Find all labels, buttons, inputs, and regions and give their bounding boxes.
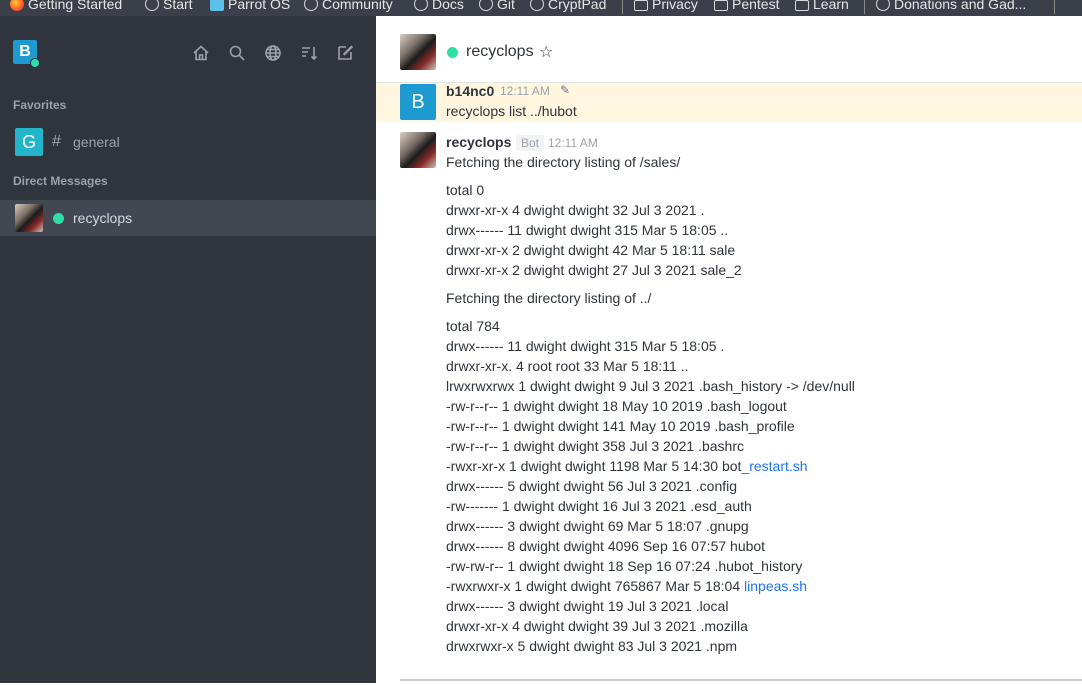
message-text: drwxr-xr-x 2 dwight dwight 42 Mar 5 18:1…: [446, 242, 736, 258]
room-header: recyclops ☆: [376, 16, 1082, 83]
bookmark-separator: [1054, 0, 1055, 14]
sidebar-item-recyclops[interactable]: recyclops: [0, 200, 376, 236]
message-username[interactable]: recyclops: [446, 134, 511, 150]
message-username[interactable]: b14nc0: [446, 83, 494, 99]
bookmark-cryptpad[interactable]: CryptPad: [530, 0, 606, 11]
room-name: recyclops: [73, 210, 133, 226]
bookmark-separator: [622, 0, 623, 14]
message-text: drwx------ 11 dwight dwight 315 Mar 5 18…: [446, 338, 725, 354]
message-text: total 784: [446, 318, 500, 334]
globe-icon: [876, 0, 890, 11]
folder-icon: [634, 0, 648, 11]
avatar[interactable]: [400, 132, 436, 168]
firefox-icon: [10, 0, 24, 11]
sidebar-item-general[interactable]: G # general: [0, 124, 376, 160]
message-text: -rwxrwxr-x 1 dwight dwight 765867 Mar 5 …: [446, 578, 808, 594]
online-status-icon: [447, 47, 458, 58]
link-restart-sh[interactable]: _restart.sh: [741, 458, 807, 474]
avatar: [15, 204, 43, 232]
bookmark-getting-started[interactable]: Getting Started: [10, 0, 122, 11]
bookmark-donations[interactable]: Donations and Gad...: [876, 0, 1026, 11]
bookmark-privacy[interactable]: Privacy: [634, 0, 698, 11]
directory-icon[interactable]: [264, 44, 282, 62]
message-text: drwx------ 8 dwight dwight 4096 Sep 16 0…: [446, 538, 766, 554]
favorites-section-title: Favorites: [13, 98, 67, 112]
pencil-icon: ✎: [560, 83, 571, 97]
chat-main: recyclops ☆ B b14nc0 12:11 AM ✎ recyclop…: [376, 16, 1082, 683]
search-icon[interactable]: [228, 44, 246, 62]
link-linpeas-sh[interactable]: linpeas.sh: [744, 578, 807, 594]
bookmark-start[interactable]: Start: [145, 0, 193, 11]
message-text: drwxr-xr-x. 4 root root 33 Mar 5 18:11 .…: [446, 358, 689, 374]
bookmark-learn[interactable]: Learn: [795, 0, 849, 11]
message-text: drwxrwxr-x 5 dwight dwight 83 Jul 3 2021…: [446, 638, 738, 654]
message-timestamp: 12:11 AM: [548, 136, 598, 150]
globe-icon: [304, 0, 318, 11]
message-text: recyclops list ../hubot: [446, 103, 577, 119]
bookmark-docs[interactable]: Docs: [414, 0, 464, 11]
sort-icon[interactable]: [300, 44, 318, 62]
message-text: drwxr-xr-x 4 dwight dwight 39 Jul 3 2021…: [446, 618, 748, 634]
message: recyclops Bot 12:11 AM Fetching the dire…: [376, 132, 1082, 672]
star-icon[interactable]: ☆: [539, 42, 553, 62]
message-text: drwx------ 3 dwight dwight 19 Jul 3 2021…: [446, 598, 729, 614]
message-text: Fetching the directory listing of /sales…: [446, 154, 681, 170]
bookmark-git[interactable]: Git: [479, 0, 515, 11]
message-text: drwx------ 5 dwight dwight 56 Jul 3 2021…: [446, 478, 738, 494]
bot-badge: Bot: [516, 135, 545, 151]
message-timestamp: 12:11 AM: [500, 84, 550, 98]
message-text: -rw------- 1 dwight dwight 16 Jul 3 2021…: [446, 498, 752, 514]
globe-icon: [479, 0, 493, 11]
bookmark-separator: [864, 0, 865, 14]
folder-icon: [714, 0, 728, 11]
message-text: total 0: [446, 182, 485, 198]
avatar[interactable]: [400, 34, 436, 70]
parrot-icon: [210, 0, 224, 11]
room-avatar: G: [15, 128, 43, 156]
message-text: drwx------ 3 dwight dwight 69 Mar 5 18:0…: [446, 518, 749, 534]
create-new-icon[interactable]: [336, 44, 354, 62]
message-text: -rw-r--r-- 1 dwight dwight 18 May 10 201…: [446, 398, 787, 414]
globe-icon: [530, 0, 544, 11]
globe-icon: [145, 0, 159, 11]
user-status-indicator: [30, 58, 40, 68]
message-text: drwxr-xr-x 4 dwight dwight 32 Jul 3 2021…: [446, 202, 705, 218]
globe-icon: [414, 0, 428, 11]
sidebar: B Favorites G # general Direct Messages …: [0, 16, 376, 683]
direct-messages-section-title: Direct Messages: [13, 174, 108, 188]
room-title: recyclops: [466, 43, 534, 60]
message-text: -rwxr-xr-x 1 dwight dwight 1198 Mar 5 14…: [446, 458, 808, 474]
avatar[interactable]: B: [400, 84, 436, 120]
message-text: drwxr-xr-x 2 dwight dwight 27 Jul 3 2021…: [446, 262, 742, 278]
message-text: Fetching the directory listing of ../: [446, 290, 652, 306]
folder-icon: [795, 0, 809, 11]
message-text: drwx------ 11 dwight dwight 315 Mar 5 18…: [446, 222, 729, 238]
hash-icon: #: [52, 133, 61, 150]
bookmark-community[interactable]: Community: [304, 0, 393, 11]
online-status-icon: [53, 212, 64, 224]
message-text: -rw-rw-r-- 1 dwight dwight 18 Sep 16 07:…: [446, 558, 803, 574]
home-icon[interactable]: [192, 44, 210, 62]
message-composer[interactable]: [400, 679, 1082, 685]
bookmark-pentest[interactable]: Pentest: [714, 0, 779, 11]
message-text: lrwxrwxrwx 1 dwight dwight 9 Jul 3 2021 …: [446, 378, 855, 394]
sidebar-toolbar: [192, 44, 354, 62]
room-name: general: [73, 134, 120, 150]
message: B b14nc0 12:11 AM ✎ recyclops list ../hu…: [376, 83, 1082, 122]
message-text: -rw-r--r-- 1 dwight dwight 358 Jul 3 202…: [446, 438, 745, 454]
message-text: -rw-r--r-- 1 dwight dwight 141 May 10 20…: [446, 418, 795, 434]
bookmark-parrot-os[interactable]: Parrot OS: [210, 0, 290, 11]
bookmarks-toolbar: Getting Started Start Parrot OS Communit…: [0, 0, 1082, 16]
